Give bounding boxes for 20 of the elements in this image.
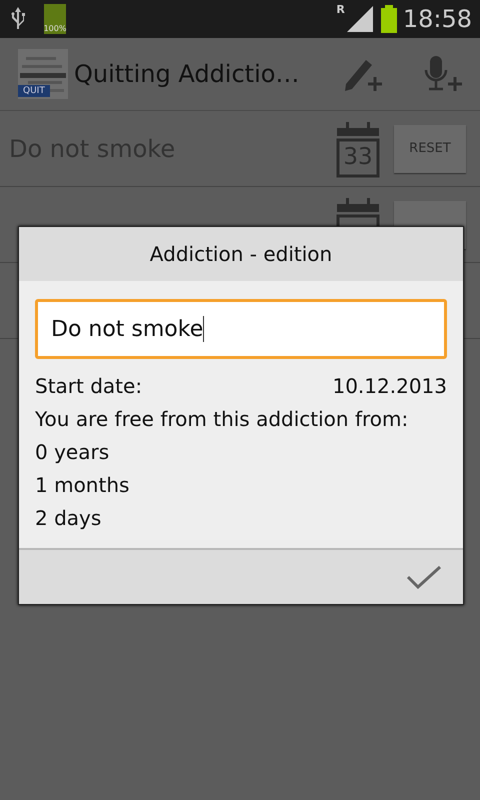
- battery-icon: [380, 5, 397, 33]
- duration-text: 0 years: [35, 438, 110, 466]
- roaming-indicator: R: [336, 3, 345, 16]
- app-title: Quitting Addictio…: [74, 60, 300, 88]
- clock: 18:58: [402, 5, 472, 33]
- start-date-label: Start date:: [35, 374, 142, 398]
- confirm-icon[interactable]: [407, 565, 441, 589]
- app-logo[interactable]: QUIT: [18, 49, 68, 99]
- signal-icon: [344, 6, 375, 32]
- start-date-value: 10.12.2013: [332, 374, 447, 398]
- name-input[interactable]: Do not smoke: [35, 299, 447, 359]
- free-label: You are free from this addiction from:: [35, 406, 410, 432]
- battery-percent: 100%: [44, 24, 66, 34]
- logo-badge: QUIT: [18, 85, 50, 97]
- duration-text: 1 months: [35, 472, 130, 498]
- reset-button[interactable]: RESET: [394, 124, 466, 172]
- duration-text: 2 days: [35, 504, 102, 532]
- add-voice-icon[interactable]: [422, 54, 462, 94]
- dialog-title: Addiction - edition: [19, 227, 463, 281]
- usb-icon: [10, 6, 26, 32]
